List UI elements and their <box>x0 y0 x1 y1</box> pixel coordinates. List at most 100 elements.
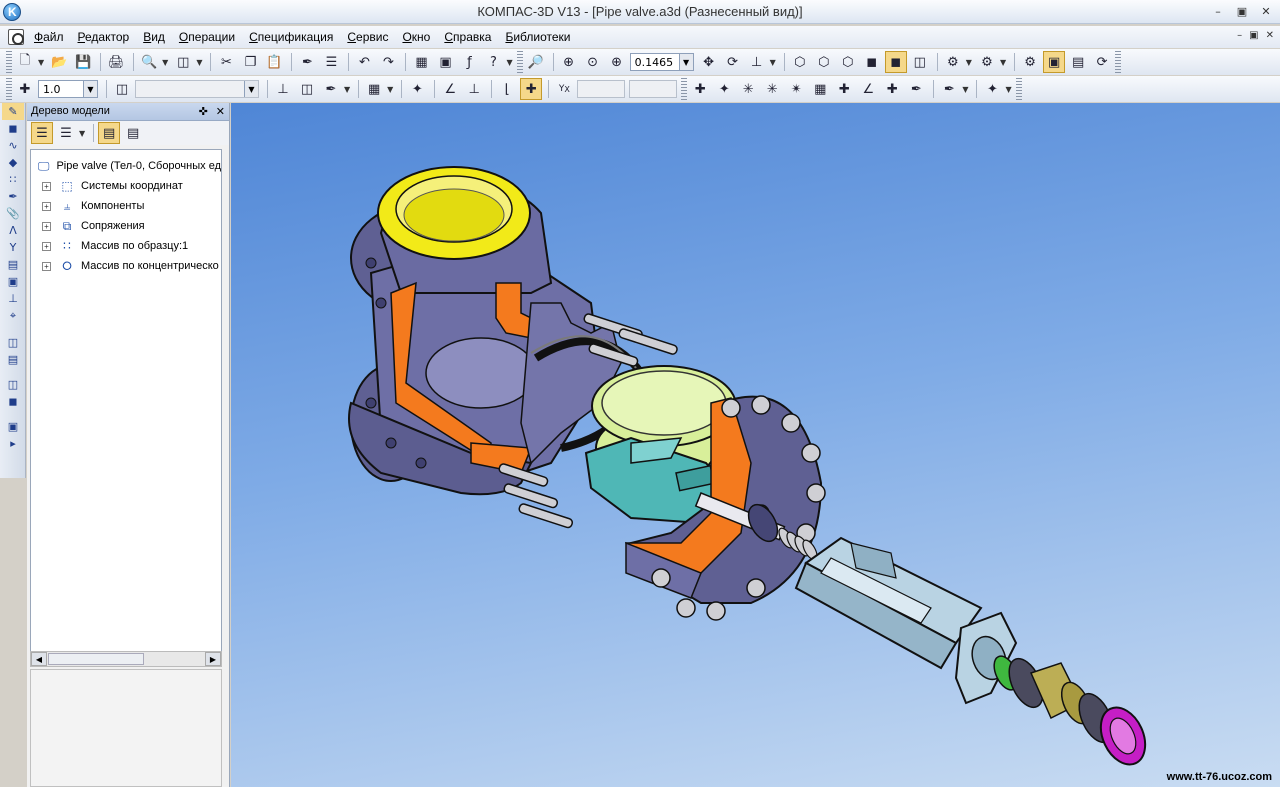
layer-select[interactable]: ▼ <box>135 80 259 98</box>
toolbar-grip[interactable] <box>516 51 523 73</box>
list-icon[interactable]: ☰ <box>320 51 342 73</box>
zoom-scale-field[interactable]: 0.1465 ▼ <box>629 53 694 71</box>
tree-item[interactable]: + ⬚ Системы координат <box>31 176 221 196</box>
open-folder-icon[interactable]: 📂 <box>48 51 70 73</box>
local-cs-icon[interactable]: ⊥ <box>272 78 294 100</box>
diagnostics-icon[interactable]: Λ <box>2 222 24 239</box>
chevron-down-icon[interactable]: ▼ <box>966 58 972 67</box>
shaded-icon[interactable]: ◼ <box>861 51 883 73</box>
print-preview-icon[interactable]: 🔍 <box>138 51 160 73</box>
refresh-icon[interactable]: ⟳ <box>1091 51 1113 73</box>
help-icon[interactable]: ? <box>482 51 504 73</box>
mates-strip-icon[interactable]: 📎 <box>2 205 24 222</box>
sketch-icon[interactable]: ∠ <box>439 78 461 100</box>
tree-root-item[interactable]: 🖵 Pipe valve (Тел-0, Сборочных ед <box>31 156 221 176</box>
filter-icon[interactable]: ⚙ <box>942 51 964 73</box>
coord-y-field[interactable] <box>629 80 678 98</box>
expand-plus-icon[interactable]: + <box>42 261 51 271</box>
copy-icon[interactable]: ❐ <box>239 51 261 73</box>
properties-brush-icon[interactable]: ✒ <box>296 51 318 73</box>
variables-fx-icon[interactable]: ƒ <box>458 51 480 73</box>
coord-x-field[interactable] <box>577 80 626 98</box>
model-viewport[interactable]: www.tt-76.ucoz.com <box>231 103 1280 787</box>
chevron-down-icon[interactable]: ▼ <box>38 58 44 67</box>
chevron-down-icon[interactable]: ▼ <box>244 81 258 97</box>
libraries-strip-icon[interactable]: ▣ <box>2 418 24 435</box>
hidden-lines-icon[interactable]: ⬡ <box>813 51 835 73</box>
scroll-right-icon[interactable]: ▶ <box>205 652 221 666</box>
dimensions-icon[interactable]: ⊥ <box>2 290 24 307</box>
doc-minimize-icon[interactable]: – <box>1237 30 1242 41</box>
edit-assembly-icon[interactable]: ✎ <box>2 103 24 120</box>
close-icon[interactable]: ✕ <box>1258 4 1274 18</box>
pin-icon[interactable]: ✜ <box>199 105 208 118</box>
save-icon[interactable]: 💾 <box>72 51 94 73</box>
edit-icon[interactable]: ◫ <box>2 376 24 393</box>
view-select-icon[interactable]: ✒ <box>320 78 342 100</box>
specification-strip-icon[interactable]: ▤ <box>2 256 24 273</box>
measure-icon[interactable]: ✒ <box>938 78 960 100</box>
filters-strip-icon[interactable]: Y <box>2 239 24 256</box>
zoom-all-icon[interactable]: ⊙ <box>582 51 604 73</box>
chevron-down-icon[interactable]: ▼ <box>344 85 350 94</box>
rebuild-icon[interactable]: ⚙ <box>1019 51 1041 73</box>
menu-item-2[interactable]: Вид <box>143 30 165 44</box>
expand-plus-icon[interactable]: + <box>42 181 51 191</box>
coordinates-icon[interactable]: ✚ <box>520 78 543 100</box>
zoom-window-icon[interactable]: 🔎 <box>525 51 547 73</box>
zoom-scale-icon[interactable]: ⊕ <box>606 51 628 73</box>
surfaces-icon[interactable]: ◆ <box>2 154 24 171</box>
menu-item-1[interactable]: Редактор <box>78 30 130 44</box>
chevron-down-icon[interactable]: ▼ <box>770 58 776 67</box>
snap-nearest-icon[interactable]: ✒ <box>905 78 927 100</box>
panel-icon[interactable]: ▦ <box>410 51 432 73</box>
library-manager-icon[interactable]: ▣ <box>434 51 456 73</box>
document-menu-icon[interactable] <box>8 29 24 45</box>
snap-middle-icon[interactable]: ✚ <box>881 78 903 100</box>
redo-icon[interactable]: ↷ <box>377 51 399 73</box>
reports-icon[interactable]: ▣ <box>2 273 24 290</box>
expand-arrow-icon[interactable]: ▸ <box>2 435 24 452</box>
display-icon[interactable]: ⚙ <box>976 51 998 73</box>
chevron-down-icon[interactable]: ▼ <box>506 58 512 67</box>
arrays-icon[interactable]: ∷ <box>2 171 24 188</box>
tree-report-icon[interactable]: ▤ <box>122 122 144 144</box>
snap-grid-icon[interactable]: ✚ <box>689 78 711 100</box>
new-document-icon[interactable]: 🗋 <box>14 51 36 73</box>
snap-step-icon[interactable]: ✚ <box>14 78 36 100</box>
paste-icon[interactable]: 📋 <box>263 51 285 73</box>
chevron-down-icon[interactable]: ▼ <box>83 81 97 97</box>
shaded-edges-icon[interactable]: ◼ <box>884 51 907 73</box>
grid-icon[interactable]: ▦ <box>363 78 385 100</box>
orientation-cs-icon[interactable]: ◫ <box>296 78 318 100</box>
elements-icon[interactable]: ◫ <box>2 334 24 351</box>
library-icon[interactable]: ▤ <box>1067 51 1089 73</box>
chevron-down-icon[interactable]: ▼ <box>1000 58 1006 67</box>
expand-plus-icon[interactable]: + <box>42 201 51 211</box>
scroll-thumb[interactable] <box>48 653 144 665</box>
toolbar-grip[interactable] <box>6 78 12 100</box>
tree-item[interactable]: + ⫨ Компоненты <box>31 196 221 216</box>
hidden-thin-icon[interactable]: ⬡ <box>837 51 859 73</box>
cursor-coords-icon[interactable]: YX <box>553 78 575 100</box>
perspective-icon[interactable]: ◫ <box>909 51 931 73</box>
rotate-icon[interactable]: ⟳ <box>722 51 744 73</box>
print-icon[interactable]: 🖨 <box>105 51 127 73</box>
snap-angle-icon[interactable]: ∠ <box>857 78 879 100</box>
snap-extra-icon[interactable]: ✦ <box>981 78 1003 100</box>
toolbar-grip[interactable] <box>681 78 688 100</box>
menu-item-5[interactable]: Сервис <box>347 30 388 44</box>
toolbar-grip[interactable] <box>6 51 12 73</box>
sheet-metal-icon[interactable]: ⌖ <box>2 307 24 324</box>
menu-item-0[interactable]: Файл <box>34 30 64 44</box>
snap-center-icon[interactable]: ✳ <box>737 78 759 100</box>
tree-view-mode-icon[interactable]: ▤ <box>98 122 121 144</box>
manager-icon[interactable]: ◫ <box>172 51 194 73</box>
doc-restore-icon[interactable]: ▣ <box>1249 30 1258 41</box>
pan-icon[interactable]: ✥ <box>698 51 720 73</box>
chevron-down-icon[interactable]: ▼ <box>962 85 968 94</box>
doc-close-icon[interactable]: ✕ <box>1266 30 1274 41</box>
scroll-left-icon[interactable]: ◀ <box>31 652 47 666</box>
chevron-down-icon[interactable]: ▼ <box>387 85 393 94</box>
expand-plus-icon[interactable]: + <box>42 241 51 251</box>
